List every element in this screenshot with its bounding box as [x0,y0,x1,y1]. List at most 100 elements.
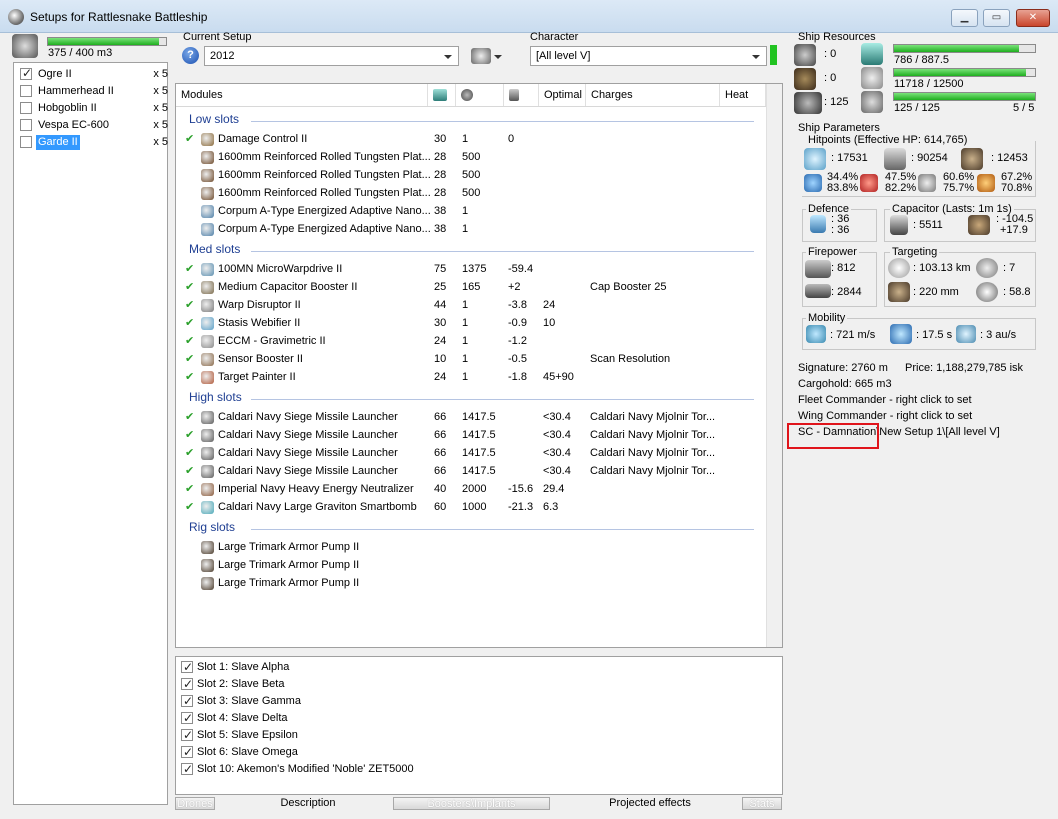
module-row[interactable]: Corpum A-Type Energized Adaptive Nano...… [176,202,776,220]
implant-checkbox[interactable] [181,761,193,778]
implant-item[interactable]: Slot 6: Slave Omega [181,744,298,761]
close-button[interactable]: ✕ [1016,9,1050,27]
col-cpu[interactable] [428,84,456,106]
implant-item[interactable]: Slot 3: Slave Gamma [181,693,301,710]
implant-checkbox[interactable] [181,710,193,727]
module-row[interactable]: ✔ Damage Control II 30 1 0 [176,130,776,148]
online-check-icon[interactable]: ✔ [185,462,194,480]
online-check-icon[interactable]: ✔ [185,350,194,368]
module-row[interactable]: 1600mm Reinforced Rolled Tungsten Plat..… [176,184,776,202]
drone-checkbox[interactable] [20,102,32,114]
online-check-icon[interactable]: ✔ [185,130,194,148]
modules-table[interactable]: Modules Optimal Charges Heat Low slots ✔ D… [175,83,783,648]
module-row[interactable]: ✔ Target Painter II 24 1 -1.8 45+90 [176,368,776,386]
current-setup-select[interactable]: 2012 [204,46,459,66]
drone-name[interactable]: Ogre II [36,67,74,82]
armor-hp: : 90254 [911,152,948,164]
module-row[interactable]: ✔ Imperial Navy Heavy Energy Neutralizer 4… [176,480,776,498]
col-optimal[interactable]: Optimal [539,84,586,106]
drone-checkbox[interactable] [20,85,32,97]
module-row[interactable]: ✔ ECCM - Gravimetric II 24 1 -1.2 [176,332,776,350]
module-row[interactable]: ✔ Caldari Navy Siege Missile Launcher 66 14… [176,408,776,426]
module-row[interactable]: ✔ Caldari Navy Siege Missile Launcher 66 14… [176,426,776,444]
online-check-icon[interactable]: ✔ [185,296,194,314]
drone-item[interactable]: Hammerhead II x 5 [18,83,170,100]
implant-item[interactable]: Slot 1: Slave Alpha [181,659,289,676]
module-icon [201,151,214,164]
tab-boosters-implants[interactable]: Boosters\Implants [393,797,550,810]
col-powergrid[interactable] [456,84,504,106]
module-row[interactable]: ✔ Caldari Navy Siege Missile Launcher 66 14… [176,462,776,480]
implant-checkbox[interactable] [181,659,193,676]
module-row[interactable]: 1600mm Reinforced Rolled Tungsten Plat..… [176,148,776,166]
online-check-icon[interactable]: ✔ [185,314,194,332]
online-check-icon[interactable]: ✔ [185,368,194,386]
module-row[interactable]: Large Trimark Armor Pump II [176,538,776,556]
module-row[interactable]: 1600mm Reinforced Rolled Tungsten Plat..… [176,166,776,184]
app-icon [8,9,24,25]
col-charges[interactable]: Charges [586,84,720,106]
drone-item[interactable]: Hobgoblin II x 5 [18,100,170,117]
module-row[interactable]: ✔ Medium Capacitor Booster II 25 165 +2 Cap B… [176,278,776,296]
implant-checkbox[interactable] [181,727,193,744]
tab-stats[interactable]: Stats [742,797,782,810]
module-row[interactable]: ✔ Stasis Webifier II 30 1 -0.9 10 [176,314,776,332]
online-check-icon[interactable]: ✔ [185,444,194,462]
module-row[interactable]: ✔ Warp Disruptor II 44 1 -3.8 24 [176,296,776,314]
tab-description[interactable]: Description [219,797,397,810]
module-row[interactable]: Large Trimark Armor Pump II [176,574,776,592]
drone-name[interactable]: Vespa EC-600 [36,118,111,133]
module-row[interactable]: ✔ Sensor Booster II 10 1 -0.5 Scan Resolution [176,350,776,368]
drone-item[interactable]: Ogre II x 5 [18,66,170,83]
online-check-icon[interactable]: ✔ [185,278,194,296]
online-check-icon[interactable]: ✔ [185,260,194,278]
col-modules[interactable]: Modules [176,84,428,106]
module-row[interactable]: ✔ 100MN MicroWarpdrive II 75 1375 -59.4 [176,260,776,278]
cpu-icon [861,43,883,65]
tab-projected-effects[interactable]: Projected effects [570,797,730,810]
maximize-button[interactable]: ▭ [983,9,1010,27]
online-check-icon[interactable]: ✔ [185,332,194,350]
drone-checkbox[interactable] [20,119,32,131]
implant-checkbox[interactable] [181,693,193,710]
implant-item[interactable]: Slot 5: Slave Epsilon [181,727,298,744]
character-select[interactable]: [All level V] [530,46,767,66]
module-row[interactable]: ✔ Caldari Navy Siege Missile Launcher 66 14… [176,444,776,462]
drone-checkbox[interactable] [20,136,32,148]
implant-item[interactable]: Slot 2: Slave Beta [181,676,284,693]
tab-drones[interactable]: Drones [175,797,215,810]
implant-checkbox[interactable] [181,676,193,693]
implant-item[interactable]: Slot 10: Akemon's Modified 'Noble' ZET50… [181,761,414,778]
module-name: Large Trimark Armor Pump II [218,541,360,553]
drone-item[interactable]: Vespa EC-600 x 5 [18,117,170,134]
powergrid-icon [861,67,883,89]
module-row[interactable]: ✔ Caldari Navy Large Graviton Smartbomb 60… [176,498,776,516]
online-check-icon[interactable]: ✔ [185,498,194,516]
drone-name[interactable]: Hammerhead II [36,84,116,99]
drone-name[interactable]: Garde II [36,135,80,150]
drone-checkbox[interactable] [20,66,32,81]
setup-menu-icon[interactable] [471,48,491,64]
module-row[interactable]: Large Trimark Armor Pump II [176,556,776,574]
wing-commander[interactable]: Wing Commander - right click to set [798,410,972,422]
max-targets-icon [976,258,998,278]
implant-checkbox[interactable] [181,744,193,761]
col-heat[interactable]: Heat [720,84,766,106]
implant-item[interactable]: Slot 4: Slave Delta [181,710,288,727]
help-icon[interactable]: ? [182,47,199,64]
module-icon [201,559,214,572]
module-cpu: 38 [434,223,447,235]
col-capacitor[interactable] [504,84,539,106]
drone-name[interactable]: Hobgoblin II [36,101,99,116]
online-check-icon[interactable]: ✔ [185,408,194,426]
module-row[interactable]: Corpum A-Type Energized Adaptive Nano...… [176,220,776,238]
minimize-button[interactable]: ▁ [951,9,978,27]
fleet-commander[interactable]: Fleet Commander - right click to set [798,394,972,406]
online-check-icon[interactable]: ✔ [185,480,194,498]
module-capacitor: -1.2 [508,335,527,347]
setup-menu-chevron-icon[interactable] [494,55,502,59]
module-cpu: 40 [434,483,447,495]
drone-list[interactable]: Ogre II x 5 Hammerhead II x 5 Hobgoblin II x … [13,62,168,805]
drone-item[interactable]: Garde II x 5 [18,134,170,151]
online-check-icon[interactable]: ✔ [185,426,194,444]
